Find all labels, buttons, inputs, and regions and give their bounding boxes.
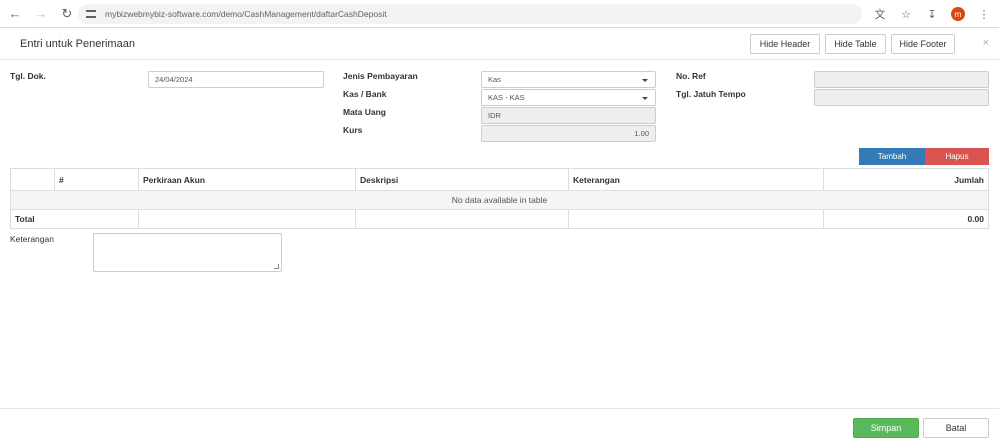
column-header-jumlah[interactable]: Jumlah <box>823 168 989 191</box>
no-ref-input[interactable] <box>814 71 989 88</box>
column-header-number[interactable]: # <box>54 168 139 191</box>
download-icon[interactable]: ↧ <box>923 5 941 23</box>
modal-title: Entri untuk Penerimaan <box>20 38 135 50</box>
close-icon[interactable]: × <box>983 37 989 49</box>
simpan-button[interactable]: Simpan <box>853 418 919 438</box>
hapus-button[interactable]: Hapus <box>925 148 989 165</box>
total-cell <box>355 209 569 229</box>
kas-bank-label: Kas / Bank <box>343 89 387 99</box>
column-header-deskripsi[interactable]: Deskripsi <box>355 168 569 191</box>
address-bar[interactable]: mybizwebmybiz-software.com/demo/CashMana… <box>78 4 862 24</box>
chevron-down-icon <box>642 97 648 100</box>
site-info-icon[interactable] <box>86 10 96 18</box>
url-text: mybizwebmybiz-software.com/demo/CashMana… <box>105 9 387 19</box>
bookmark-star-icon[interactable]: ☆ <box>897 5 915 23</box>
column-header-keterangan[interactable]: Keterangan <box>568 168 824 191</box>
tgl-dok-input[interactable]: 24/04/2024 <box>148 71 324 88</box>
modal-footer: Simpan Batal <box>0 408 999 446</box>
mata-uang-input: IDR <box>481 107 656 124</box>
entry-modal: Entri untuk Penerimaan Hide Header Hide … <box>0 29 999 446</box>
kas-bank-value: KAS - KAS <box>488 93 525 102</box>
resize-handle-icon[interactable] <box>274 264 279 269</box>
jenis-pembayaran-value: Kas <box>488 75 501 84</box>
hide-header-button[interactable]: Hide Header <box>750 34 820 54</box>
menu-kebab-icon[interactable]: ⋮ <box>975 5 993 23</box>
avatar: m <box>951 7 965 21</box>
jatuh-tempo-input[interactable] <box>814 89 989 106</box>
tambah-button[interactable]: Tambah <box>859 148 925 165</box>
batal-button[interactable]: Batal <box>923 418 989 438</box>
kurs-label: Kurs <box>343 125 363 135</box>
entries-table: # Perkiraan Akun Deskripsi Keterangan Ju… <box>10 168 989 229</box>
table-total-row: Total 0.00 <box>10 209 989 229</box>
kurs-input: 1.00 <box>481 125 656 142</box>
profile-avatar[interactable]: m <box>949 5 967 23</box>
tgl-dok-label: Tgl. Dok. <box>10 71 46 81</box>
reload-icon[interactable]: ↻ <box>58 5 76 23</box>
chevron-down-icon <box>642 79 648 82</box>
browser-toolbar: ← → ↻ mybizwebmybiz-software.com/demo/Ca… <box>0 0 999 28</box>
hide-table-button[interactable]: Hide Table <box>825 34 886 54</box>
jatuh-tempo-label: Tgl. Jatuh Tempo <box>676 89 746 99</box>
table-header-row: # Perkiraan Akun Deskripsi Keterangan Ju… <box>10 168 989 191</box>
jenis-pembayaran-select[interactable]: Kas <box>481 71 656 88</box>
no-ref-label: No. Ref <box>676 71 706 81</box>
total-value: 0.00 <box>823 209 989 229</box>
total-cell <box>138 209 356 229</box>
mata-uang-label: Mata Uang <box>343 107 386 117</box>
column-header-blank <box>10 168 55 191</box>
keterangan-textarea[interactable] <box>93 233 282 272</box>
table-empty-row: No data available in table <box>10 190 989 210</box>
empty-table-message: No data available in table <box>10 190 989 210</box>
back-icon[interactable]: ← <box>6 5 24 23</box>
hide-footer-button[interactable]: Hide Footer <box>891 34 955 54</box>
keterangan-label: Keterangan <box>10 234 54 244</box>
total-cell <box>568 209 824 229</box>
translate-icon[interactable]: 文 <box>871 5 889 23</box>
forward-icon[interactable]: → <box>32 5 50 23</box>
total-label: Total <box>10 209 139 229</box>
jenis-pembayaran-label: Jenis Pembayaran <box>343 71 418 81</box>
column-header-perkiraan-akun[interactable]: Perkiraan Akun <box>138 168 356 191</box>
kas-bank-select[interactable]: KAS - KAS <box>481 89 656 106</box>
modal-header: Entri untuk Penerimaan Hide Header Hide … <box>0 29 999 60</box>
